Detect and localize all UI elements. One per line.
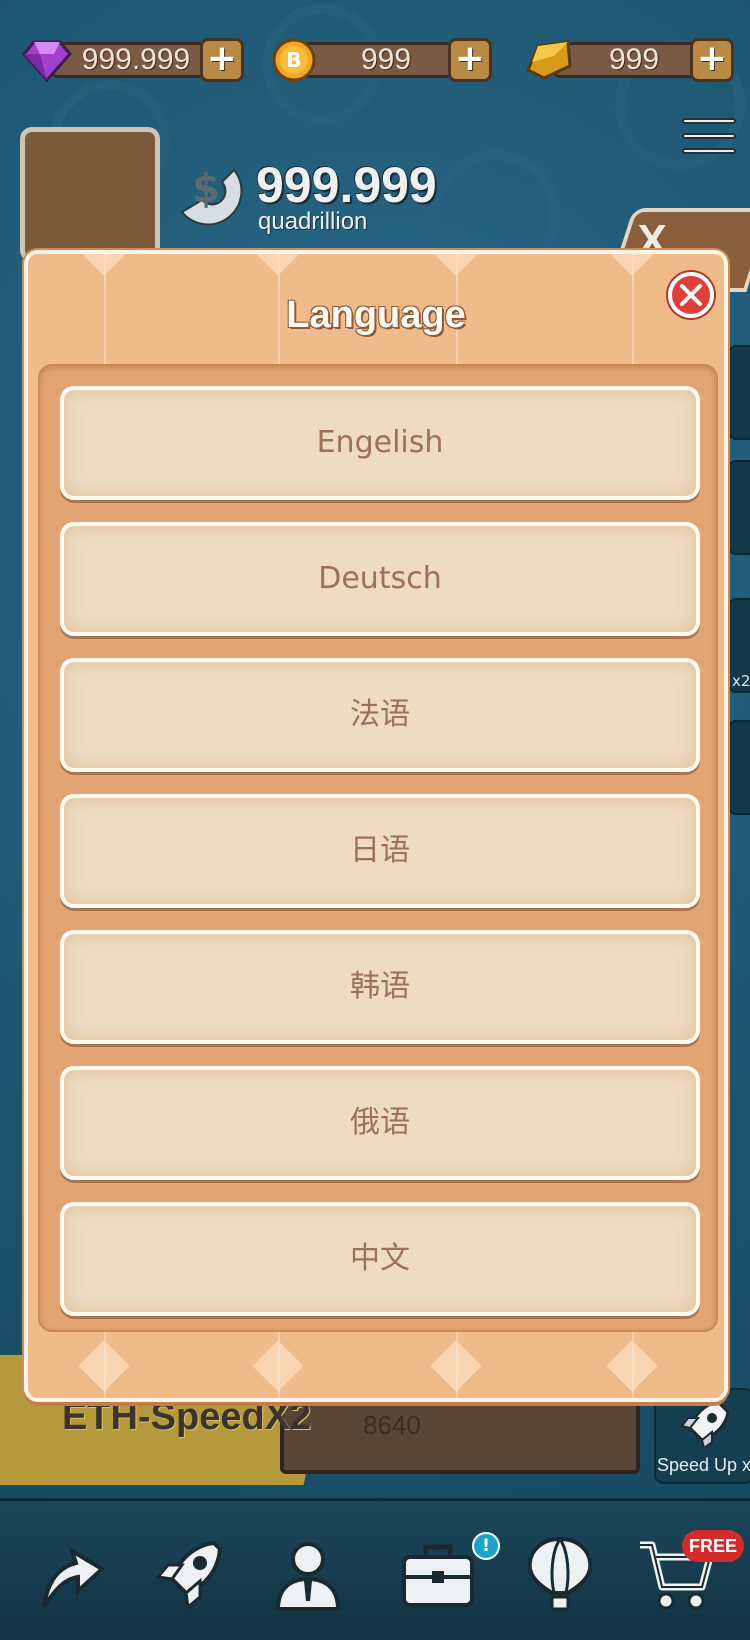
add-gems-button[interactable]: +	[200, 38, 244, 82]
side-upgrade-slot[interactable]	[728, 460, 750, 555]
svg-text:B: B	[286, 48, 301, 72]
language-option-russian[interactable]: 俄语	[60, 1066, 700, 1180]
language-option-label: 法语	[350, 697, 410, 732]
menu-icon[interactable]	[682, 118, 736, 164]
rocket-icon	[680, 1400, 730, 1450]
add-bitcoin-button[interactable]: +	[448, 38, 492, 82]
language-option-german[interactable]: Deutsch	[60, 522, 700, 636]
language-list: Engelish Deutsch 法语 日语 韩语 俄语 中文	[38, 364, 718, 1332]
close-icon	[680, 284, 702, 306]
language-option-label: Engelish	[316, 425, 444, 460]
eth-item-name: ETH-SpeedX2	[62, 1396, 312, 1438]
language-option-label: 韩语	[350, 969, 410, 1004]
language-option-label: 日语	[350, 833, 410, 868]
bitcoin-counter: 999 B +	[272, 38, 494, 82]
dialog-title: Language	[286, 294, 466, 336]
free-badge: FREE	[682, 1530, 744, 1562]
gems-counter: 999.999 +	[22, 38, 244, 83]
gems-amount: 999.999	[50, 42, 222, 78]
side-upgrade-slot[interactable]	[728, 345, 750, 440]
language-option-chinese[interactable]: 中文	[60, 1202, 700, 1316]
gem-icon	[22, 40, 72, 83]
side-upgrade-slot[interactable]: x2	[728, 598, 750, 693]
balance-amount: 999.999	[256, 157, 437, 213]
balance-unit: quadrillion	[258, 208, 368, 235]
notification-badge: !	[472, 1532, 500, 1560]
svg-text:$: $	[192, 166, 220, 212]
language-option-label: 中文	[350, 1241, 410, 1276]
language-option-japanese[interactable]: 日语	[60, 794, 700, 908]
bitcoin-amount: 999	[300, 42, 472, 78]
language-dialog: Language Engelish Deutsch 法语 日语 韩语 俄语 中文	[24, 250, 728, 1402]
language-option-label: 俄语	[350, 1105, 410, 1140]
rocket-icon[interactable]	[148, 1535, 228, 1615]
add-gold-button[interactable]: +	[690, 38, 734, 82]
dollar-icon: $	[180, 166, 243, 226]
manager-person-icon[interactable]	[268, 1535, 348, 1615]
player-avatar[interactable]	[20, 127, 160, 262]
upgrade-arrow-icon[interactable]	[32, 1535, 112, 1615]
eth-item-value: 8640	[363, 1410, 421, 1440]
language-option-french[interactable]: 法语	[60, 658, 700, 772]
close-button[interactable]	[668, 272, 714, 318]
briefcase-icon[interactable]	[398, 1535, 478, 1615]
language-option-label: Deutsch	[318, 561, 442, 596]
hot-air-balloon-icon[interactable]	[520, 1535, 600, 1615]
gold-counter: 999 +	[524, 38, 738, 82]
side-slot-label: x2	[732, 672, 750, 690]
speed-up-label: Speed Up x2	[657, 1455, 750, 1475]
gold-bar-icon	[526, 40, 572, 80]
language-option-english[interactable]: Engelish	[60, 386, 700, 500]
side-upgrade-slot[interactable]	[728, 720, 750, 815]
bitcoin-icon: B	[272, 38, 316, 82]
language-option-korean[interactable]: 韩语	[60, 930, 700, 1044]
